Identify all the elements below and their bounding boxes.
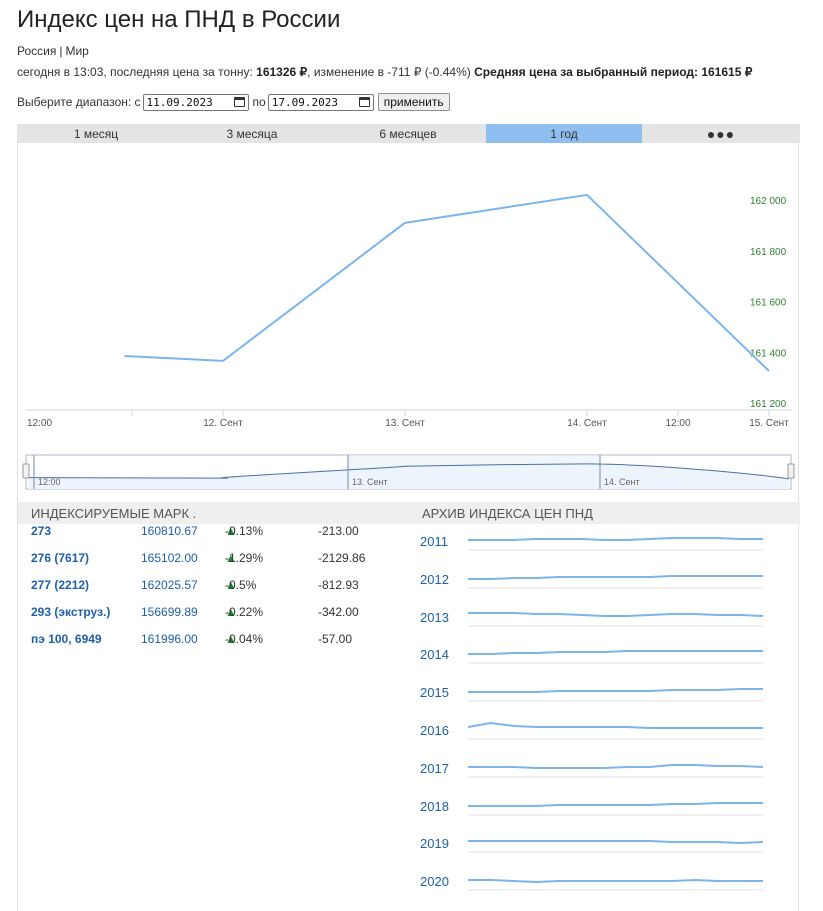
grade-pct-value: -0.22%: [225, 605, 264, 619]
series-line: [124, 193, 770, 372]
apply-button[interactable]: применить: [377, 93, 450, 111]
sparkline-line: [468, 574, 763, 580]
calendar-icon[interactable]: [358, 97, 370, 107]
archive-year-link[interactable]: 2014: [420, 647, 449, 662]
region-world[interactable]: Мир: [65, 44, 88, 58]
y-tick-label: 161 800: [750, 247, 787, 258]
archive-sparkline: [468, 611, 764, 627]
average-price: Средняя цена за выбранный период: 161615…: [474, 65, 753, 79]
x-tick-label: 13. Сент: [385, 418, 425, 429]
navigator-handle: [787, 463, 795, 479]
grade-price: 160810.67: [141, 524, 198, 538]
x-tick-label: 14. Сент: [567, 418, 607, 429]
date-to-input[interactable]: 17.09.2023: [267, 93, 374, 111]
navigator-label: 13. Сент: [352, 477, 388, 487]
grade-pct-value: -0.13%: [225, 524, 264, 538]
y-tick-label: 161 600: [750, 298, 787, 309]
grade-change-value: -2129.86: [318, 551, 366, 565]
grade-change-value: -342.00: [318, 605, 359, 619]
calendar-icon[interactable]: [233, 97, 245, 107]
tab-more[interactable]: ●●●: [642, 124, 800, 143]
grades-section-title: ИНДЕКСИРУЕМЫЕ МАРК .: [31, 506, 197, 521]
price-change: , изменение в -711 ₽ (-0.44%): [307, 65, 471, 79]
chart-panel: 1 месяц 3 месяца 6 месяцев 1 год ●●● 161…: [17, 124, 800, 911]
x-tick-label: 15. Сент: [749, 418, 789, 429]
archive-sparkline: [468, 688, 763, 702]
archive-year-link[interactable]: 2018: [420, 799, 449, 814]
date-range-selector: Выберите диапазон: с 11.09.2023 по 17.09…: [17, 93, 450, 111]
grade-pct-value: -0.04%: [225, 632, 264, 646]
date-from-input[interactable]: 11.09.2023: [142, 93, 249, 111]
archive-year-link[interactable]: 2015: [420, 685, 449, 700]
archive-section-title: АРХИВ ИНДЕКСА ЦЕН ПНД: [422, 506, 593, 521]
grade-price: 156699.89: [141, 605, 198, 619]
grade-price: 165102.00: [141, 551, 198, 565]
archive-sparkline: [468, 763, 764, 778]
archive-sparkline: [468, 840, 764, 853]
sparkline-line: [468, 688, 763, 694]
archive-year-link[interactable]: 2013: [420, 610, 449, 625]
tab-3-months[interactable]: 3 месяца: [174, 124, 330, 143]
grade-name-link[interactable]: 273: [31, 524, 51, 538]
date-to-value: 17.09.2023: [271, 95, 338, 109]
price-summary: сегодня в 13:03, последняя цена за тонну…: [17, 65, 752, 79]
region-russia[interactable]: Россия: [17, 44, 56, 58]
grade-change-value: -812.93: [318, 578, 359, 592]
y-tick-label: 161 200: [750, 399, 787, 410]
archive-year-link[interactable]: 2012: [420, 572, 449, 587]
sparkline-line: [468, 721, 763, 729]
sparkline-line: [468, 763, 764, 769]
archive-sparkline: [468, 537, 763, 551]
grade-price: 161996.00: [141, 632, 198, 646]
x-tick-label: 12:00: [665, 418, 690, 429]
range-label: Выберите диапазон: с: [17, 95, 141, 109]
navigator-label: 14. Сент: [604, 477, 640, 487]
archive-sparkline: [468, 721, 763, 740]
summary-prefix: сегодня в 13:03, последняя цена за тонну…: [17, 65, 253, 79]
y-tick-label: 162 000: [750, 196, 787, 207]
x-tick-label: 12:00: [27, 418, 52, 429]
sparkline-line: [468, 840, 764, 845]
page-title: Индекс цен на ПНД в России: [17, 6, 341, 33]
price-chart: 161 200161 400161 600161 800162 00012:00…: [22, 193, 795, 490]
tab-1-year[interactable]: 1 год: [486, 124, 642, 143]
grade-pct-value: -0.5%: [225, 578, 257, 592]
navigator-label: 12:00: [38, 477, 61, 487]
grade-name-link[interactable]: пэ 100, 6949: [31, 632, 102, 646]
archive-year-link[interactable]: 2020: [420, 874, 449, 889]
grade-name-link[interactable]: 277 (2212): [31, 578, 89, 592]
sparkline-line: [468, 879, 763, 884]
archive-sparkline: [468, 650, 763, 664]
archive-year-link[interactable]: 2017: [420, 761, 449, 776]
sparkline-line: [468, 650, 763, 656]
sparkline-line: [468, 801, 763, 807]
sparkline-line: [468, 537, 763, 541]
navigator-handle: [22, 463, 30, 479]
x-tick-label: 12. Сент: [203, 418, 243, 429]
last-price: 161326 ₽: [256, 65, 308, 79]
archive-sparkline: [468, 801, 763, 816]
archive-year-link[interactable]: 2011: [420, 534, 448, 549]
date-from-value: 11.09.2023: [146, 95, 213, 109]
grade-name-link[interactable]: 293 (экструз.): [31, 605, 110, 619]
sparkline-line: [468, 611, 764, 617]
grade-change-value: -57.00: [318, 632, 353, 646]
tab-6-months[interactable]: 6 месяцев: [330, 124, 486, 143]
grade-pct-value: -1.29%: [225, 551, 264, 565]
range-to-label: по: [252, 95, 266, 109]
period-tabs: 1 месяц 3 месяца 6 месяцев 1 год ●●●: [18, 124, 800, 143]
archive-sparkline: [468, 879, 763, 891]
grade-name-link[interactable]: 276 (7617): [31, 551, 89, 565]
tab-1-month[interactable]: 1 месяц: [18, 124, 174, 143]
region-breadcrumb: Россия | Мир: [17, 44, 89, 58]
grade-price: 162025.57: [141, 578, 198, 592]
archive-year-link[interactable]: 2016: [420, 723, 449, 738]
archive-year-link[interactable]: 2019: [420, 836, 449, 851]
archive-sparkline: [468, 574, 763, 589]
grade-change-value: -213.00: [318, 524, 359, 538]
